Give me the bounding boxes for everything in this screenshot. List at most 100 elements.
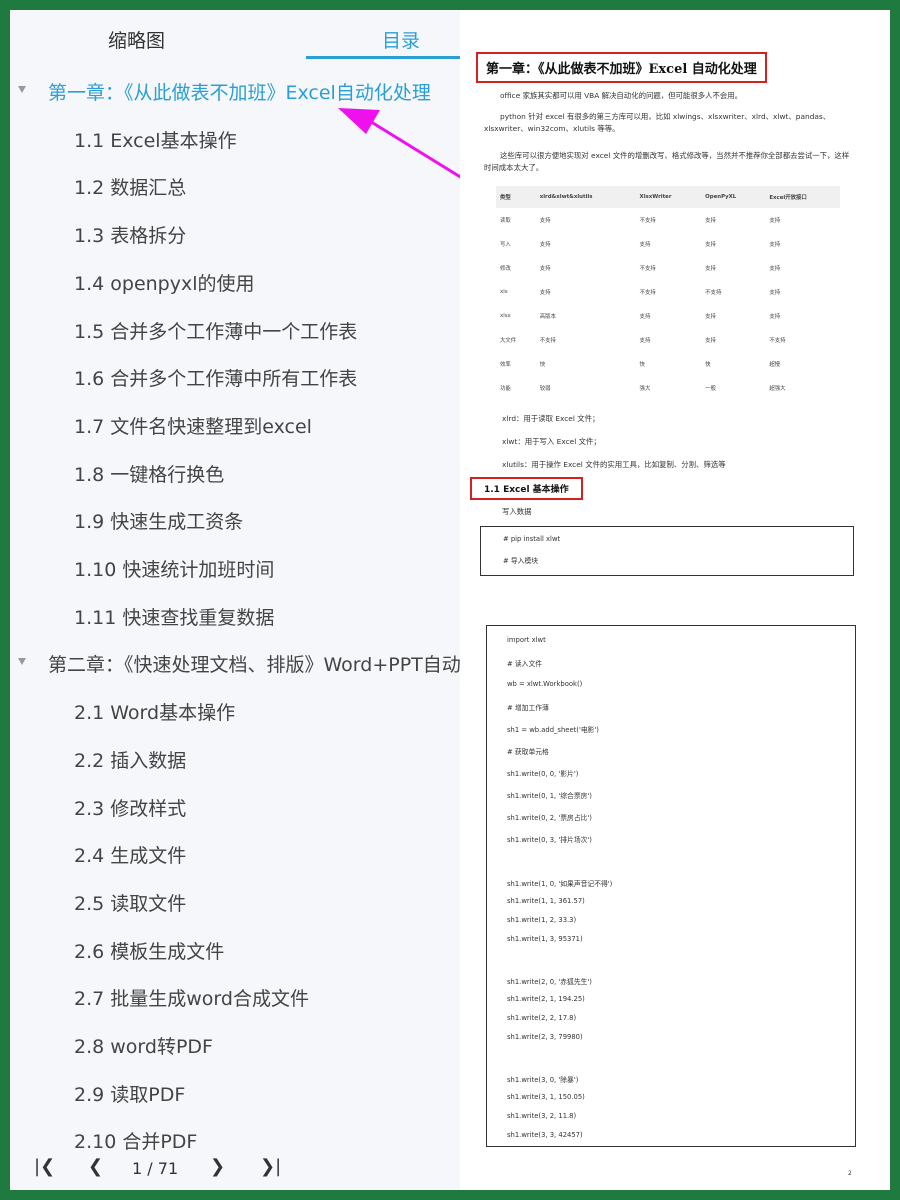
toc-label: 2.3 修改样式 — [74, 797, 187, 820]
table-cell: 支持 — [539, 290, 551, 296]
paragraph: office 家族其实都可以用 VBA 解决自动化的问题，但可能很多人不会用。 — [500, 91, 743, 100]
code-line: sh1.write(0, 2, '票房占比') — [507, 814, 592, 822]
toc-label: 2.6 模板生成文件 — [74, 940, 225, 963]
toc-label: 1.8 一键格行换色 — [74, 463, 225, 486]
toc-label: 1.5 合并多个工作薄中一个工作表 — [74, 320, 358, 343]
paragraph: 这些库可以很方便地实现对 excel 文件的增删改写、格式修改等，当然并不推荐你… — [484, 151, 850, 172]
code-line: # 导入模块 — [503, 557, 539, 565]
code-line: sh1.write(1, 1, 361.57) — [507, 897, 585, 905]
outline-panel: 缩略图 目录 第一章：《从此做表不加班》Excel自动化处理 1.1 Excel基… — [10, 10, 460, 1190]
toc-section[interactable]: 2.1 Word基本操作 — [74, 698, 235, 725]
code-line: sh1.write(2, 2, 17.8) — [507, 1014, 577, 1022]
toc-label: 第二章：《快速处理文档、排版》Word+PPT自动化 — [48, 654, 460, 677]
table-header-cell: OpenPyXL — [701, 186, 766, 208]
code-line: wb = xlwt.Workbook() — [507, 680, 583, 688]
table-cell: 高版本 — [539, 314, 556, 320]
table-cell: 支持 — [705, 242, 716, 248]
toc-section[interactable]: 2.9 读取PDF — [74, 1080, 185, 1107]
code-line: sh1.write(1, 0, '如果声音记不得') — [507, 880, 613, 888]
table-cell: xls — [500, 289, 508, 295]
toc-label: 2.5 读取文件 — [74, 892, 187, 915]
toc-section[interactable]: 2.8 word转PDF — [74, 1032, 213, 1059]
table-cell: 支持 — [769, 242, 781, 248]
current-page-input[interactable]: 1 — [132, 1159, 142, 1178]
page-navigator: |❮ ❮ 1 / 71 ❯ ❯| — [10, 1150, 460, 1190]
page-indicator: 1 / 71 — [132, 1159, 178, 1178]
code-line: sh1.write(1, 3, 95371) — [507, 935, 583, 943]
toc-section[interactable]: 1.1 Excel基本操作 — [74, 126, 237, 153]
toc-section[interactable]: 1.3 表格拆分 — [74, 221, 186, 248]
toc-chapter[interactable]: 第一章：《从此做表不加班》Excel自动化处理 — [18, 78, 431, 105]
toc-section[interactable]: 2.4 生成文件 — [74, 841, 186, 868]
table-cell: 修改 — [500, 266, 511, 272]
table-cell: 支持 — [769, 290, 781, 296]
install-code-box: # pip install xlwt # 导入模块 — [480, 526, 854, 576]
table-cell: 支持 — [769, 314, 781, 320]
table-cell: 支持 — [639, 338, 651, 344]
last-page-icon[interactable]: ❯| — [260, 1156, 281, 1177]
toc-section[interactable]: 2.5 读取文件 — [74, 889, 186, 916]
code-line: # pip install xlwt — [503, 535, 561, 543]
toc-section[interactable]: 1.9 快速生成工资条 — [74, 507, 243, 534]
table-cell: 不支持 — [539, 338, 556, 344]
table-cell: 不支持 — [705, 290, 722, 296]
toc-section[interactable]: 2.6 模板生成文件 — [74, 937, 224, 964]
tab-thumbnails[interactable]: 缩略图 — [108, 26, 165, 53]
toc-label: 第一章：《从此做表不加班》Excel自动化处理 — [48, 82, 431, 104]
table-cell: 大文件 — [500, 338, 517, 344]
code-line: sh1.write(2, 0, '赤狐先生') — [507, 978, 592, 986]
table-cell: 效率 — [500, 362, 511, 368]
toc-section[interactable]: 1.6 合并多个工作薄中所有工作表 — [74, 364, 357, 391]
code-line: sh1.write(1, 2, 33.3) — [507, 916, 577, 924]
table-cell: xlsx — [500, 313, 511, 319]
toc-section[interactable]: 1.4 openpyxl的使用 — [74, 269, 255, 296]
note-line: xlutils：用于操作 Excel 文件的实用工具，比如复制、分割、筛选等 — [502, 460, 726, 469]
toc-chapter[interactable]: 第二章：《快速处理文档、排版》Word+PPT自动化 — [18, 650, 460, 677]
toc-section[interactable]: 1.10 快速统计加班时间 — [74, 555, 274, 582]
toc-section[interactable]: 2.2 插入数据 — [74, 746, 186, 773]
toc-section[interactable]: 1.8 一键格行换色 — [74, 460, 224, 487]
code-line: sh1 = wb.add_sheet('电影') — [507, 726, 599, 734]
toc-section[interactable]: 1.7 文件名快速整理到excel — [74, 412, 312, 439]
toc-label: 2.7 批量生成word合成文件 — [74, 988, 309, 1011]
subheading: 写入数据 — [502, 507, 532, 516]
table-cell: 不支持 — [769, 338, 786, 344]
next-page-icon[interactable]: ❯ — [210, 1156, 225, 1177]
toc-label: 1.4 openpyxl的使用 — [74, 272, 255, 295]
toc-section[interactable]: 1.5 合并多个工作薄中一个工作表 — [74, 317, 357, 344]
tab-toc[interactable]: 目录 — [382, 26, 420, 53]
paragraph: python 针对 excel 有很多的第三方库可以用，比如 xlwings、x… — [484, 112, 831, 133]
expand-caret-icon[interactable] — [18, 86, 26, 93]
table-cell: 不支持 — [639, 218, 656, 224]
table-row: 写入 支持 支持 支持 支持 — [496, 232, 840, 256]
code-line: sh1.write(0, 1, '综合票房') — [507, 792, 592, 800]
panel-tabs: 缩略图 目录 — [10, 10, 460, 60]
total-pages: / 71 — [147, 1159, 179, 1178]
code-line: sh1.write(3, 1, 150.05) — [507, 1093, 585, 1101]
library-comparison-table: 类型 xlrd&xlwt&xlutils XlsxWriter OpenPyXL Exc… — [496, 186, 840, 400]
code-line: sh1.write(0, 3, '排片场次') — [507, 836, 592, 844]
toc-label: 1.9 快速生成工资条 — [74, 511, 244, 534]
section-heading: 1.1 Excel 基本操作 — [470, 477, 583, 500]
expand-caret-icon[interactable] — [18, 658, 26, 666]
table-cell: 一般 — [705, 386, 716, 392]
toc-section[interactable]: 1.2 数据汇总 — [74, 173, 186, 200]
table-cell: 支持 — [539, 242, 551, 248]
toc-section[interactable]: 1.11 快速查找重复数据 — [74, 603, 274, 630]
table-row: xlsx 高版本 支持 支持 支持 — [496, 304, 840, 328]
table-cell: 超慢 — [769, 362, 781, 368]
page-number: 2 — [848, 1170, 852, 1177]
table-header-cell: XlsxWriter — [635, 186, 702, 208]
first-page-icon[interactable]: |❮ — [34, 1156, 55, 1177]
toc-section[interactable]: 2.3 修改样式 — [74, 794, 186, 821]
table-header-cell: xlrd&xlwt&xlutils — [535, 186, 636, 208]
code-line: sh1.write(0, 0, '影片') — [507, 770, 579, 778]
prev-page-icon[interactable]: ❮ — [88, 1156, 103, 1177]
code-line: # 读入文件 — [507, 660, 543, 668]
code-line: sh1.write(3, 2, 11.8) — [507, 1112, 577, 1120]
note-line: xlrd：用于读取 Excel 文件； — [502, 414, 600, 423]
toc-section[interactable]: 2.7 批量生成word合成文件 — [74, 984, 309, 1011]
table-cell: 支持 — [705, 266, 716, 272]
table-row: 功能 较弱 强大 一般 超强大 — [496, 376, 840, 400]
code-line: sh1.write(2, 3, 79980) — [507, 1033, 583, 1041]
